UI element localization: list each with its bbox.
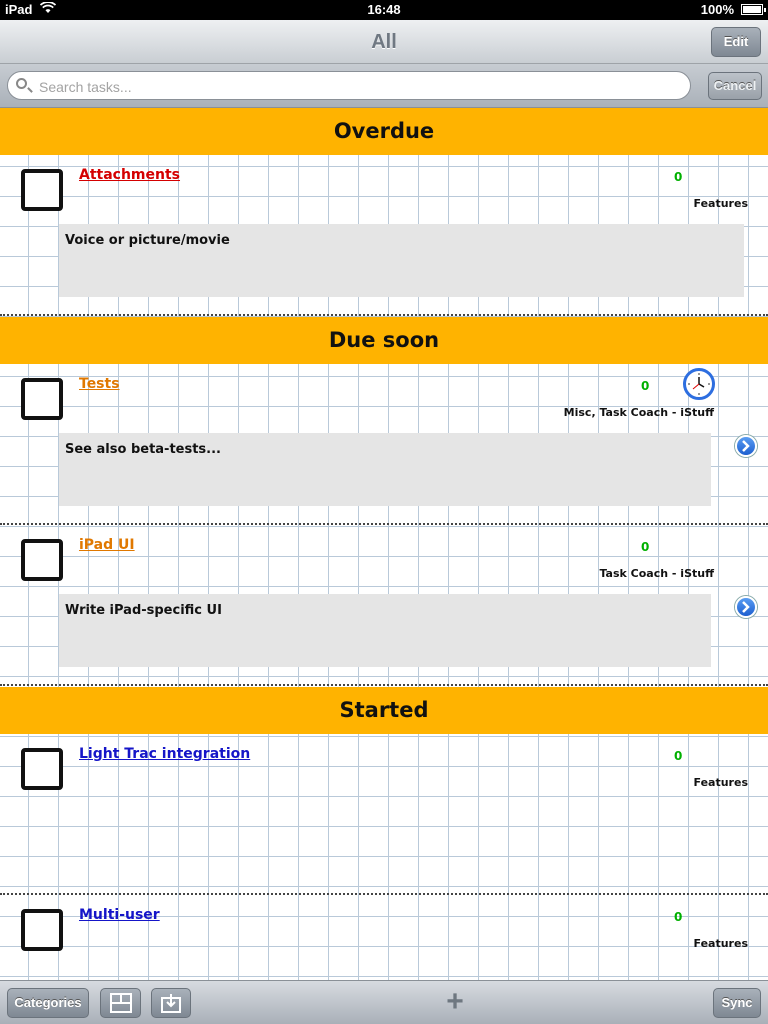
task-categories: Features bbox=[693, 776, 748, 789]
page-title: All bbox=[371, 31, 397, 53]
search-field[interactable] bbox=[7, 71, 691, 100]
task-categories: Features bbox=[693, 197, 748, 210]
task-checkbox[interactable] bbox=[21, 169, 63, 211]
search-icon bbox=[16, 78, 27, 89]
task-name[interactable]: Tests bbox=[79, 376, 120, 392]
task-checkbox[interactable] bbox=[21, 909, 63, 951]
status-bar: iPad 16:48 100% bbox=[0, 0, 768, 20]
task-categories: Misc, Task Coach - iStuff bbox=[563, 406, 714, 419]
disclosure-chevron-icon[interactable] bbox=[735, 596, 757, 618]
task-checkbox[interactable] bbox=[21, 748, 63, 790]
categories-button[interactable]: Categories bbox=[7, 988, 89, 1018]
add-task-button[interactable]: + bbox=[443, 987, 467, 1017]
task-name[interactable]: Multi-user bbox=[79, 907, 160, 923]
task-name[interactable]: Light Trac integration bbox=[79, 746, 250, 762]
navigation-bar: All Edit bbox=[0, 20, 768, 64]
section-header-due-soon: Due soon bbox=[0, 317, 768, 364]
task-note-text: Write iPad-specific UI bbox=[65, 603, 222, 618]
layout-icon bbox=[110, 993, 132, 1013]
task-note: Voice or picture/movie bbox=[59, 224, 744, 297]
section-header-overdue: Overdue bbox=[0, 108, 768, 155]
task-checkbox[interactable] bbox=[21, 378, 63, 420]
task-name[interactable]: Attachments bbox=[79, 167, 180, 183]
view-mode-button[interactable] bbox=[100, 988, 141, 1018]
task-row[interactable]: Attachments 0 Features Voice or picture/… bbox=[0, 155, 768, 316]
edit-button[interactable]: Edit bbox=[711, 27, 761, 57]
row-divider bbox=[0, 314, 768, 316]
export-icon bbox=[161, 994, 181, 1013]
task-count: 0 bbox=[674, 910, 683, 924]
task-checkbox[interactable] bbox=[21, 539, 63, 581]
task-row[interactable]: Light Trac integration 0 Features bbox=[0, 734, 768, 895]
battery-icon bbox=[741, 4, 766, 15]
task-note-text: See also beta-tests... bbox=[65, 442, 221, 457]
search-bar: Cancel bbox=[0, 64, 768, 108]
task-categories: Task Coach - iStuff bbox=[599, 567, 714, 580]
section-header-started: Started bbox=[0, 687, 768, 734]
task-note-text: Voice or picture/movie bbox=[65, 233, 230, 248]
task-categories: Features bbox=[693, 937, 748, 950]
row-divider bbox=[0, 684, 768, 686]
task-count: 0 bbox=[674, 170, 683, 184]
sync-button[interactable]: Sync bbox=[713, 988, 761, 1018]
task-note: Write iPad-specific UI bbox=[59, 594, 711, 667]
export-button[interactable] bbox=[151, 988, 191, 1018]
search-input[interactable] bbox=[37, 76, 681, 98]
task-list[interactable]: Overdue Attachments 0 Features Voice or … bbox=[0, 108, 768, 980]
disclosure-chevron-icon[interactable] bbox=[735, 435, 757, 457]
clock-time: 16:48 bbox=[367, 2, 401, 17]
clock-icon bbox=[683, 368, 715, 400]
task-note: See also beta-tests... bbox=[59, 433, 711, 506]
task-count: 0 bbox=[641, 540, 650, 554]
task-row[interactable]: Tests 0 Misc, Task Coach - iStuff See al… bbox=[0, 364, 768, 525]
bottom-toolbar: Categories + Sync bbox=[0, 980, 768, 1024]
task-row[interactable]: iPad UI 0 Task Coach - iStuff Write iPad… bbox=[0, 525, 768, 686]
task-count: 0 bbox=[641, 379, 650, 393]
task-row[interactable]: Multi-user 0 Features bbox=[0, 895, 768, 980]
battery-percent: 100% bbox=[700, 2, 734, 17]
task-name[interactable]: iPad UI bbox=[79, 537, 135, 553]
cancel-button[interactable]: Cancel bbox=[708, 72, 762, 100]
task-count: 0 bbox=[674, 749, 683, 763]
